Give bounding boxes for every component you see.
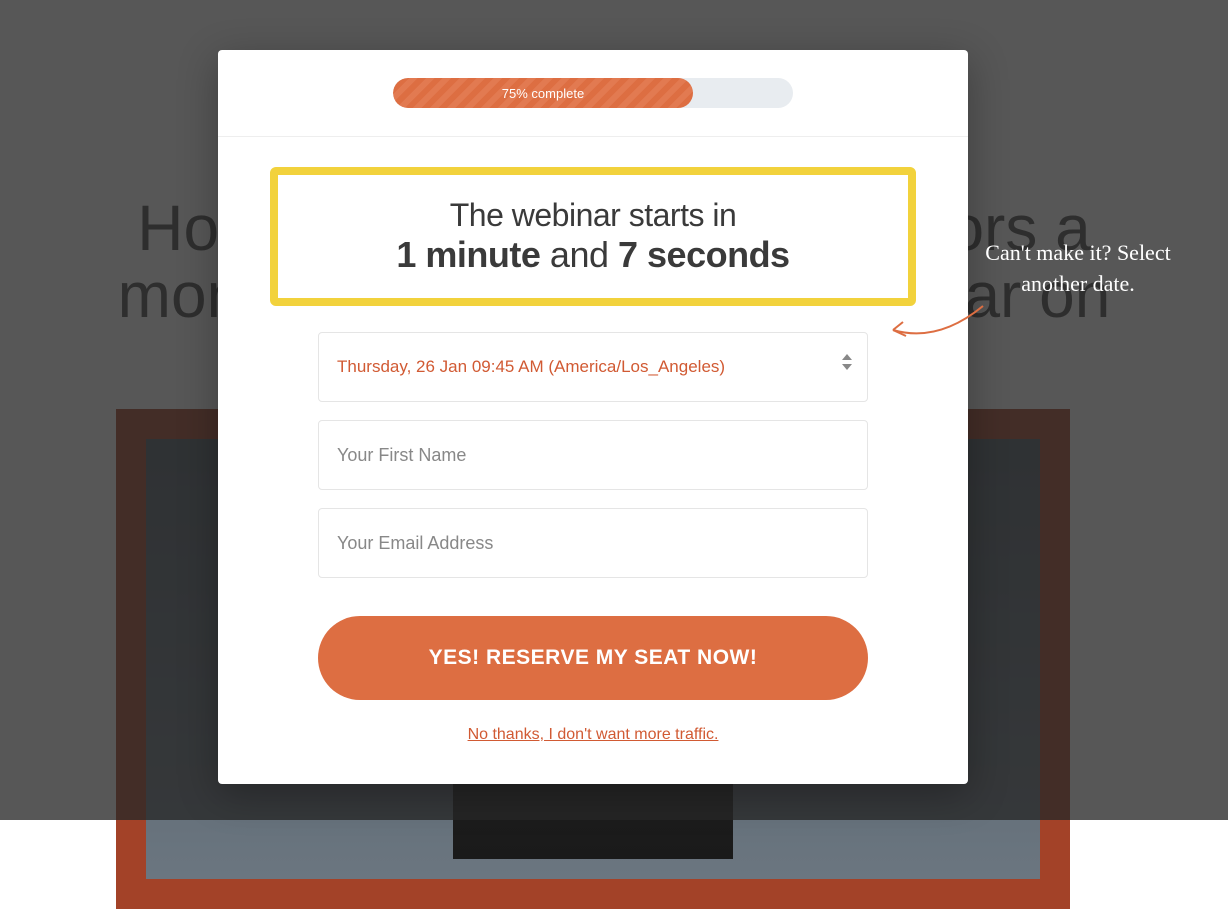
email-field[interactable] [318,508,868,578]
annotation-text: Can't make it? Select another date. [978,238,1178,300]
progress-bar: 75% complete [393,78,793,108]
first-name-field[interactable] [318,420,868,490]
date-select-wrap: Thursday, 26 Jan 09:45 AM (America/Los_A… [318,332,868,402]
registration-modal: 75% complete The webinar starts in 1 min… [218,50,968,784]
countdown-time: 1 minute and 7 seconds [298,234,888,276]
progress-fill: 75% complete [393,78,693,108]
modal-body: The webinar starts in 1 minute and 7 sec… [218,137,968,784]
countdown-minutes: 1 minute [396,234,540,275]
reserve-seat-button[interactable]: YES! RESERVE MY SEAT NOW! [318,616,868,700]
modal-header: 75% complete [218,50,968,137]
countdown-and: and [540,234,618,275]
countdown-prefix: The webinar starts in [298,197,888,234]
date-select[interactable]: Thursday, 26 Jan 09:45 AM (America/Los_A… [318,332,868,402]
countdown-seconds: 7 seconds [618,234,790,275]
arrow-icon [878,298,988,358]
countdown-box: The webinar starts in 1 minute and 7 sec… [270,167,916,306]
decline-link[interactable]: No thanks, I don't want more traffic. [318,726,868,744]
